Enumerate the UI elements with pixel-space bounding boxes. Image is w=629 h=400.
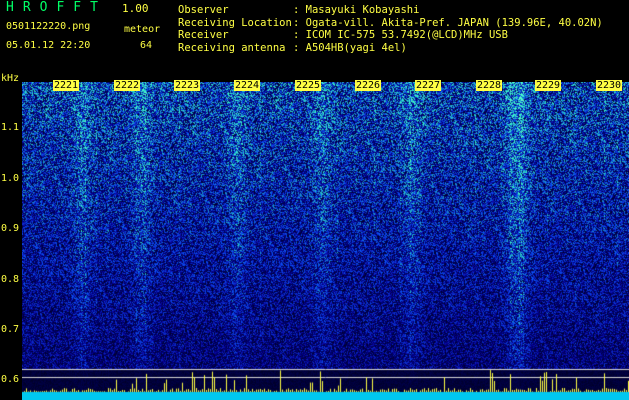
y-tick-label: 1.0 (1, 173, 20, 184)
spectrogram-canvas (22, 82, 629, 400)
info-key: Receiver (178, 29, 229, 41)
x-tick-label: 2229 (535, 80, 562, 91)
mode-label: meteor (124, 24, 161, 35)
info-key: Receiving antenna (178, 41, 286, 54)
info-observer: Observer : Masayuki Kobayashi (178, 4, 603, 17)
x-tick-label: 2222 (114, 80, 141, 91)
y-axis-unit: kHz (1, 73, 20, 84)
app-title: HROFFT (6, 0, 107, 15)
x-tick-label: 2224 (234, 80, 261, 91)
station-info: Observer : Masayuki Kobayashi Receiving … (178, 4, 603, 54)
app-version: 1.00 (122, 2, 149, 15)
x-tick-label: 2223 (174, 80, 201, 91)
x-tick-label: 2226 (355, 80, 382, 91)
info-antenna: Receiving antenna : A504HB(yagi 4el) (178, 42, 603, 55)
info-key: Observer (178, 4, 229, 16)
info-value: : Masayuki Kobayashi (293, 4, 420, 16)
info-receiver: Receiver : ICOM IC-575 53.7492(@LCD)MHz … (178, 29, 603, 42)
info-value: : ICOM IC-575 53.7492(@LCD)MHz USB (293, 29, 508, 41)
y-tick-label: 1.1 (1, 122, 20, 133)
info-value: : Ogata-vill. Akita-Pref. JAPAN (139.96E… (293, 16, 603, 29)
meteor-count: 64 (140, 40, 153, 51)
x-tick-label: 2225 (295, 80, 322, 91)
date-time: 05.01.12 22:20 (6, 40, 91, 51)
x-tick-label: 2230 (596, 80, 623, 91)
x-tick-label: 2228 (476, 80, 503, 91)
info-location: Receiving Location : Ogata-vill. Akita-P… (178, 17, 603, 30)
x-tick-label: 2221 (53, 80, 80, 91)
y-tick-label: 0.8 (1, 274, 20, 285)
file-name: 0501122220.png (6, 21, 91, 32)
x-tick-label: 2227 (415, 80, 442, 91)
y-tick-label: 0.6 (1, 374, 20, 385)
info-value: : A504HB(yagi 4el) (293, 41, 407, 54)
y-tick-label: 0.9 (1, 223, 20, 234)
info-key: Receiving Location (178, 16, 292, 29)
y-tick-label: 0.7 (1, 324, 20, 335)
